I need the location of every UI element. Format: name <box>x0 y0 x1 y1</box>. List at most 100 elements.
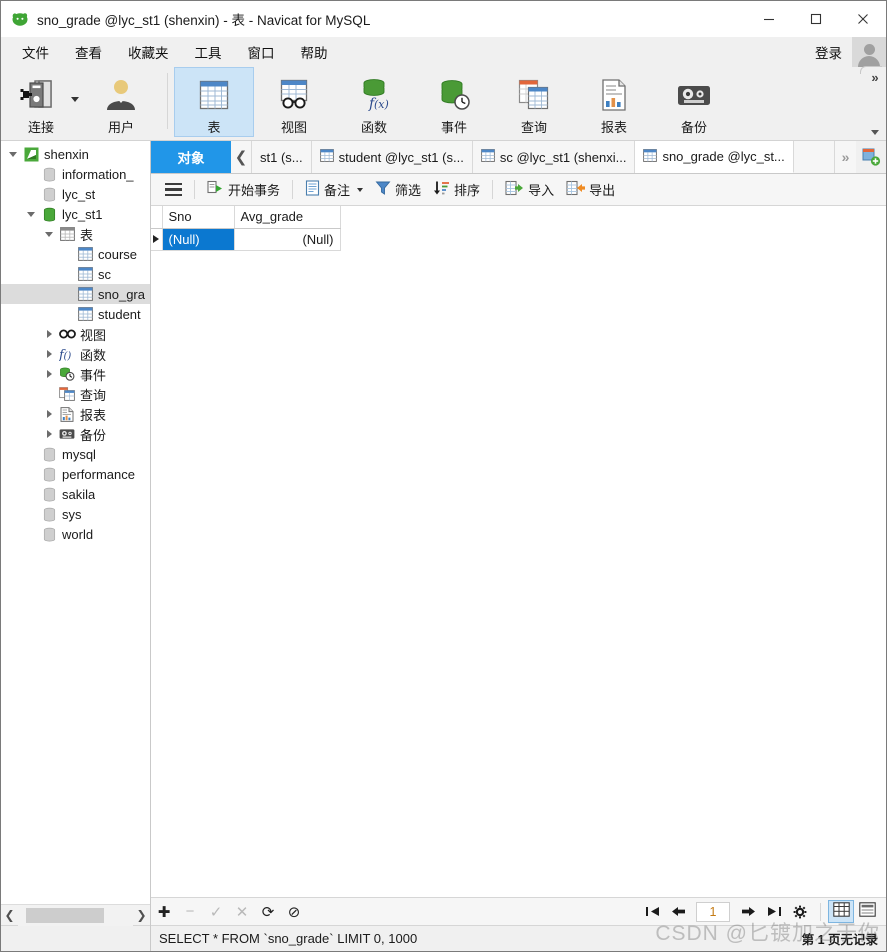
tree-item-mysql[interactable]: mysql <box>1 444 150 464</box>
editor-tab[interactable]: student @lyc_st1 (s... <box>311 141 473 173</box>
tree-item--[interactable]: 备份 <box>1 424 150 444</box>
grid-view-toggle[interactable] <box>828 900 854 923</box>
tree-item-lyc_st[interactable]: lyc_st <box>1 184 150 204</box>
menu-view[interactable]: 查看 <box>62 39 115 65</box>
filter-button[interactable]: 筛选 <box>369 177 427 202</box>
chevron-down-icon[interactable] <box>5 151 21 157</box>
scrollbar-thumb[interactable] <box>26 907 104 923</box>
toolbar-view-button[interactable]: 视图 <box>254 67 334 137</box>
column-header-avg-grade[interactable]: Avg_grade <box>234 206 341 229</box>
export-button[interactable]: 导出 <box>560 177 621 202</box>
menu-help[interactable]: 帮助 <box>288 39 341 65</box>
first-page-icon[interactable] <box>639 899 665 925</box>
editor-tab[interactable]: st1 (s... <box>252 141 312 173</box>
next-page-icon[interactable] <box>735 899 761 925</box>
tree-item-student[interactable]: student <box>1 304 150 324</box>
toolbar-event-button[interactable]: 事件 <box>414 67 494 137</box>
column-header-sno[interactable]: Sno <box>162 206 235 229</box>
editor-tab[interactable]: sc @lyc_st1 (shenxi... <box>472 141 636 173</box>
toolbar-table-label: 表 <box>207 120 221 135</box>
chevron-down-icon[interactable] <box>357 187 364 192</box>
last-page-icon[interactable] <box>761 899 787 925</box>
tree-item-shenxin[interactable]: shenxin <box>1 144 150 164</box>
tree-item-sakila[interactable]: sakila <box>1 484 150 504</box>
chevron-right-icon[interactable] <box>41 370 57 378</box>
chevron-down-icon[interactable] <box>41 231 57 237</box>
grid-menu-button[interactable] <box>159 180 188 200</box>
refresh-button[interactable]: ⟳ <box>255 899 281 925</box>
add-record-button[interactable]: ✚ <box>151 899 177 925</box>
scroll-left-icon[interactable]: ❮ <box>1 909 18 921</box>
tree-item--[interactable]: f() 函数 <box>1 344 150 364</box>
editor-tab[interactable]: sno_grade @lyc_st... <box>635 141 794 173</box>
chevron-right-icon[interactable] <box>41 350 57 358</box>
tree-item--[interactable]: 报表 <box>1 404 150 424</box>
cancel-change-button[interactable]: ✕ <box>229 899 255 925</box>
gear-icon[interactable] <box>787 899 813 925</box>
minimize-button[interactable] <box>745 1 792 37</box>
scrollbar-track[interactable] <box>18 904 133 926</box>
tree-item-label: course <box>98 246 138 262</box>
data-grid-area[interactable]: Sno Avg_grade (Null) (Null) <box>151 206 886 897</box>
stop-button[interactable]: ⊘ <box>281 899 307 925</box>
begin-transaction-button[interactable]: 开始事务 <box>201 177 286 202</box>
tab-objects[interactable]: 对象 <box>151 141 231 173</box>
query-icon <box>57 387 77 401</box>
table-row[interactable]: (Null) (Null) <box>151 228 341 251</box>
form-view-toggle[interactable] <box>854 900 880 923</box>
prev-page-icon[interactable] <box>665 899 691 925</box>
menu-window[interactable]: 窗口 <box>235 39 288 65</box>
tree-item-sys[interactable]: sys <box>1 504 150 524</box>
data-grid[interactable]: Sno Avg_grade (Null) (Null) <box>151 206 341 251</box>
note-button[interactable]: 备注 <box>299 177 369 202</box>
menu-tools[interactable]: 工具 <box>182 39 235 65</box>
tree-item-performance[interactable]: performance <box>1 464 150 484</box>
menu-file[interactable]: 文件 <box>9 39 62 65</box>
apply-change-button[interactable]: ✓ <box>203 899 229 925</box>
toolbar-backup-button[interactable]: 备份 <box>654 67 734 137</box>
new-tab-plus-icon[interactable] <box>856 141 886 173</box>
chevron-right-icon[interactable] <box>41 410 57 418</box>
page-number-input[interactable]: 1 <box>696 901 730 922</box>
toolbar-query-button[interactable]: 查询 <box>494 67 574 137</box>
tab-overflow-icon[interactable]: » <box>834 141 856 173</box>
tab-scroll-left-icon[interactable]: ❮ <box>231 141 252 173</box>
tree-item-information_[interactable]: information_ <box>1 164 150 184</box>
chevron-down-icon[interactable] <box>871 130 879 135</box>
tree-item-course[interactable]: course <box>1 244 150 264</box>
chevron-down-icon[interactable] <box>23 211 39 217</box>
toolbar-user-button[interactable]: 用户 <box>81 67 161 137</box>
tree-item--[interactable]: 事件 <box>1 364 150 384</box>
menu-favorites[interactable]: 收藏夹 <box>115 39 182 65</box>
tree-item-sc[interactable]: sc <box>1 264 150 284</box>
tree-item--[interactable]: 查询 <box>1 384 150 404</box>
tree-item-label: student <box>98 306 141 322</box>
scroll-right-icon[interactable]: ❯ <box>133 909 150 921</box>
cell-sno[interactable]: (Null) <box>162 228 235 251</box>
tree-item-world[interactable]: world <box>1 524 150 544</box>
chevron-right-icon[interactable] <box>41 430 57 438</box>
close-button[interactable] <box>839 1 886 37</box>
toolbar-report-button[interactable]: 报表 <box>574 67 654 137</box>
tree-item-label: world <box>62 526 94 542</box>
maximize-button[interactable] <box>792 1 839 37</box>
sort-button[interactable]: 排序 <box>427 177 486 202</box>
remove-record-button[interactable]: − <box>177 899 203 925</box>
import-button[interactable]: 导入 <box>499 177 560 202</box>
toolbar-overflow[interactable]: » <box>860 66 884 141</box>
toolbar-connection-button[interactable]: 连接 <box>1 67 81 137</box>
login-link[interactable]: 登录 <box>815 42 852 62</box>
tree-item--[interactable]: 视图 <box>1 324 150 344</box>
toolbar-function-button[interactable]: f (x) 函数 <box>334 67 414 137</box>
tree-item-sno_gra[interactable]: sno_gra <box>1 284 150 304</box>
chevron-down-icon[interactable] <box>71 97 79 102</box>
toolbar-divider <box>167 73 168 129</box>
tree-item--[interactable]: 表 <box>1 224 150 244</box>
sidebar-horizontal-scrollbar[interactable]: ❮ ❯ <box>1 904 150 926</box>
tree-item-lyc_st1[interactable]: lyc_st1 <box>1 204 150 224</box>
cell-avg-grade[interactable]: (Null) <box>234 228 341 251</box>
avatar[interactable] <box>852 37 886 67</box>
object-tree[interactable]: shenxin information_ lyc_st lyc_st1 表 course s… <box>1 141 150 904</box>
toolbar-table-button[interactable]: 表 <box>174 67 254 137</box>
chevron-right-icon[interactable] <box>41 330 57 338</box>
